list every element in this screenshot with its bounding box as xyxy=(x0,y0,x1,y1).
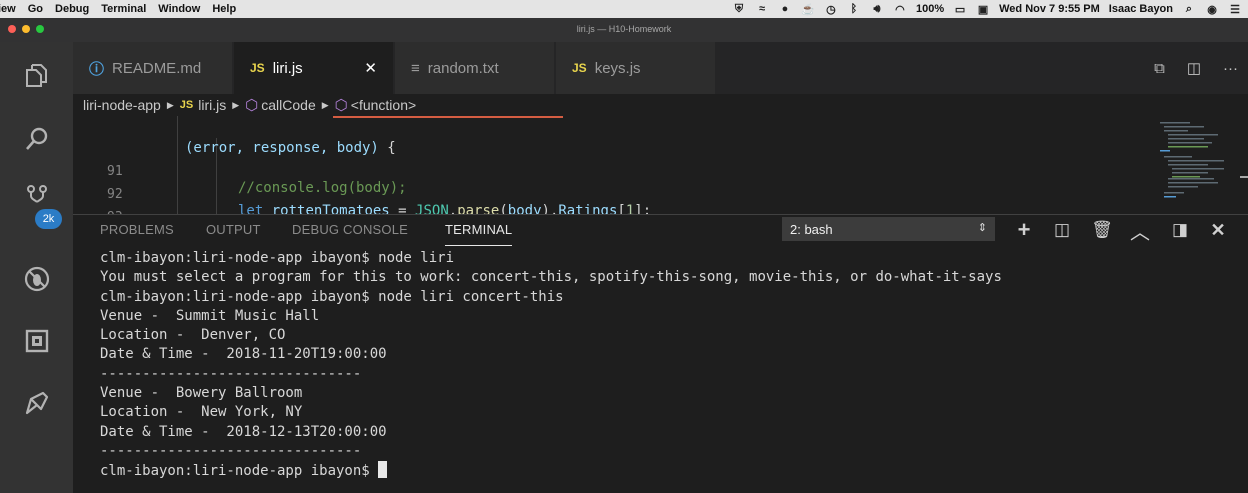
breadcrumb: liri-node-app ▶ JS liri.js ▶ ⬡ callCode … xyxy=(73,94,1248,116)
user-name[interactable]: Isaac Bayon xyxy=(1109,3,1173,15)
terminal-line: You must select a program for this to wo… xyxy=(100,269,1002,286)
toggle-panel-position-icon[interactable]: ◨ xyxy=(1169,219,1191,241)
menu-window[interactable]: Window xyxy=(152,3,206,15)
split-editor-icon[interactable]: ◫ xyxy=(1187,59,1201,77)
terminal-line: Location - Denver, CO xyxy=(100,327,286,344)
live-share-icon[interactable] xyxy=(0,374,73,432)
chevron-right-icon: ▶ xyxy=(232,99,240,110)
terminal-line: clm-ibayon:liri-node-app ibayon$ node li… xyxy=(100,288,564,305)
trash-icon[interactable]: 🗑︎ xyxy=(1091,219,1113,241)
breadcrumb-file[interactable]: liri.js xyxy=(198,97,226,113)
window-title: liri.js — H10-Homework xyxy=(576,24,672,34)
menu-view[interactable]: iew xyxy=(0,3,22,15)
code-editor[interactable]: (error, response, body) { 91 //console.l… xyxy=(73,116,1248,214)
tab-label: random.txt xyxy=(427,59,499,77)
code-line: 91 //console.log(body); xyxy=(107,164,407,196)
more-actions-icon[interactable]: ··· xyxy=(1223,60,1238,77)
notification-center-icon[interactable]: ☰ xyxy=(1228,2,1242,16)
panel-header: PROBLEMS OUTPUT DEBUG CONSOLE TERMINAL 2… xyxy=(73,215,1248,246)
menu-help[interactable]: Help xyxy=(206,3,242,15)
terminal-line: Date & Time - 2018-12-13T20:00:00 xyxy=(100,423,387,440)
terminal-output[interactable]: clm-ibayon:liri-node-app ibayon$ node li… xyxy=(100,249,1240,482)
shield-icon[interactable]: ⛨ xyxy=(732,2,746,16)
menu-terminal[interactable]: Terminal xyxy=(95,3,152,15)
tab-terminal[interactable]: TERMINAL xyxy=(445,222,513,246)
diff-marker xyxy=(333,116,563,118)
window-title-bar: liri.js — H10-Homework xyxy=(0,18,1248,42)
battery-percent[interactable]: 100% xyxy=(916,3,944,15)
terminal-line: Date & Time - 2018-11-20T19:00:00 xyxy=(100,346,387,363)
bluetooth-icon[interactable]: ᛒ xyxy=(847,2,861,16)
terminal-select[interactable]: 2: bash ⇕ xyxy=(782,217,995,241)
method-icon: ⬡ xyxy=(245,97,259,114)
js-file-icon: JS xyxy=(250,61,265,75)
display-icon[interactable]: ▣ xyxy=(976,2,990,16)
tab-label: README.md xyxy=(112,59,202,77)
terminal-line: Location - New York, NY xyxy=(100,404,303,421)
terminal-cursor xyxy=(378,461,388,479)
js-file-icon: JS xyxy=(179,99,194,111)
source-control-badge: 2k xyxy=(35,209,62,229)
close-tab-icon[interactable]: ✕ xyxy=(364,59,377,77)
js-file-icon: JS xyxy=(572,61,587,75)
close-panel-icon[interactable]: ✕ xyxy=(1207,219,1229,241)
clock[interactable]: Wed Nov 7 9:55 PM xyxy=(999,3,1100,15)
volume-icon[interactable]: 🔊︎ xyxy=(870,2,884,16)
chevron-right-icon: ▶ xyxy=(321,99,329,110)
terminal-line: clm-ibayon:liri-node-app ibayon$ node li… xyxy=(100,250,455,266)
chevron-right-icon: ▶ xyxy=(166,99,174,110)
editor-tabs: ⓘ README.md JS liri.js ✕ ≡ random.txt JS… xyxy=(73,42,1248,94)
terminal-select-value: 2: bash xyxy=(790,221,833,237)
code-line: (error, response, body) { xyxy=(185,140,396,156)
terminal-line: ------------------------------- xyxy=(100,365,362,382)
maximize-panel-icon[interactable]: ︿ xyxy=(1129,219,1151,244)
split-terminal-icon[interactable]: ◫ xyxy=(1051,219,1073,241)
tab-problems[interactable]: PROBLEMS xyxy=(100,222,174,237)
activity-bar: 2k xyxy=(0,42,73,493)
method-icon: ⬡ xyxy=(334,97,348,114)
tab-output[interactable]: OUTPUT xyxy=(206,222,261,237)
info-icon: ⓘ xyxy=(89,60,105,78)
cup-icon[interactable]: ☕ xyxy=(801,2,815,16)
status-dot-icon[interactable]: ● xyxy=(778,2,792,16)
wave-icon[interactable]: ≈ xyxy=(755,2,769,16)
text-file-icon: ≡ xyxy=(411,59,420,77)
search-icon[interactable] xyxy=(0,110,73,168)
scrollbar-marker[interactable] xyxy=(1240,176,1248,178)
history-icon[interactable]: ◷ xyxy=(824,2,838,16)
extensions-icon[interactable] xyxy=(0,312,73,370)
terminal-prompt: clm-ibayon:liri-node-app ibayon$ xyxy=(100,463,379,480)
new-terminal-icon[interactable]: + xyxy=(1013,217,1035,242)
open-changes-icon[interactable]: ⧉ xyxy=(1154,60,1165,77)
tab-label: keys.js xyxy=(594,59,641,77)
breadcrumb-symbol[interactable]: <function> xyxy=(351,97,416,113)
terminal-line: ------------------------------- xyxy=(100,442,362,459)
terminal-prompt-line[interactable]: clm-ibayon:liri-node-app ibayon$ xyxy=(100,461,1240,481)
breadcrumb-folder[interactable]: liri-node-app xyxy=(83,97,161,113)
terminal-line: Venue - Bowery Ballroom xyxy=(100,385,303,402)
terminal-line: Venue - Summit Music Hall xyxy=(100,307,320,324)
siri-icon[interactable]: ◉ xyxy=(1205,2,1219,16)
code-line: 92 let rottenTomatoes = JSON.parse(body)… xyxy=(107,187,652,214)
menu-go[interactable]: Go xyxy=(22,3,49,15)
bottom-panel: PROBLEMS OUTPUT DEBUG CONSOLE TERMINAL 2… xyxy=(73,214,1248,493)
select-arrows-icon: ⇕ xyxy=(977,222,987,234)
tab-liri-js[interactable]: JS liri.js ✕ xyxy=(234,42,394,94)
mac-menu-bar: iew Go Debug Terminal Window Help ⛨ ≈ ● … xyxy=(0,0,1248,18)
explorer-icon[interactable] xyxy=(0,46,73,104)
breadcrumb-symbol[interactable]: callCode xyxy=(261,97,315,113)
battery-icon[interactable]: ▭ xyxy=(953,2,967,16)
tab-debug-console[interactable]: DEBUG CONSOLE xyxy=(292,222,408,237)
tab-readme[interactable]: ⓘ README.md xyxy=(73,42,233,94)
spotlight-search-icon[interactable]: ⌕ xyxy=(1182,2,1196,16)
menu-debug[interactable]: Debug xyxy=(49,3,95,15)
debug-icon[interactable] xyxy=(0,250,73,308)
tab-random-txt[interactable]: ≡ random.txt xyxy=(395,42,555,94)
indent-guide xyxy=(177,116,178,214)
wifi-icon[interactable]: ◠ xyxy=(893,2,907,16)
tab-keys-js[interactable]: JS keys.js xyxy=(556,42,716,94)
tab-label: liri.js xyxy=(272,59,303,77)
minimap[interactable] xyxy=(1158,116,1238,214)
code-line: 93 if (!error && response.statusCode ===… xyxy=(73,194,123,214)
